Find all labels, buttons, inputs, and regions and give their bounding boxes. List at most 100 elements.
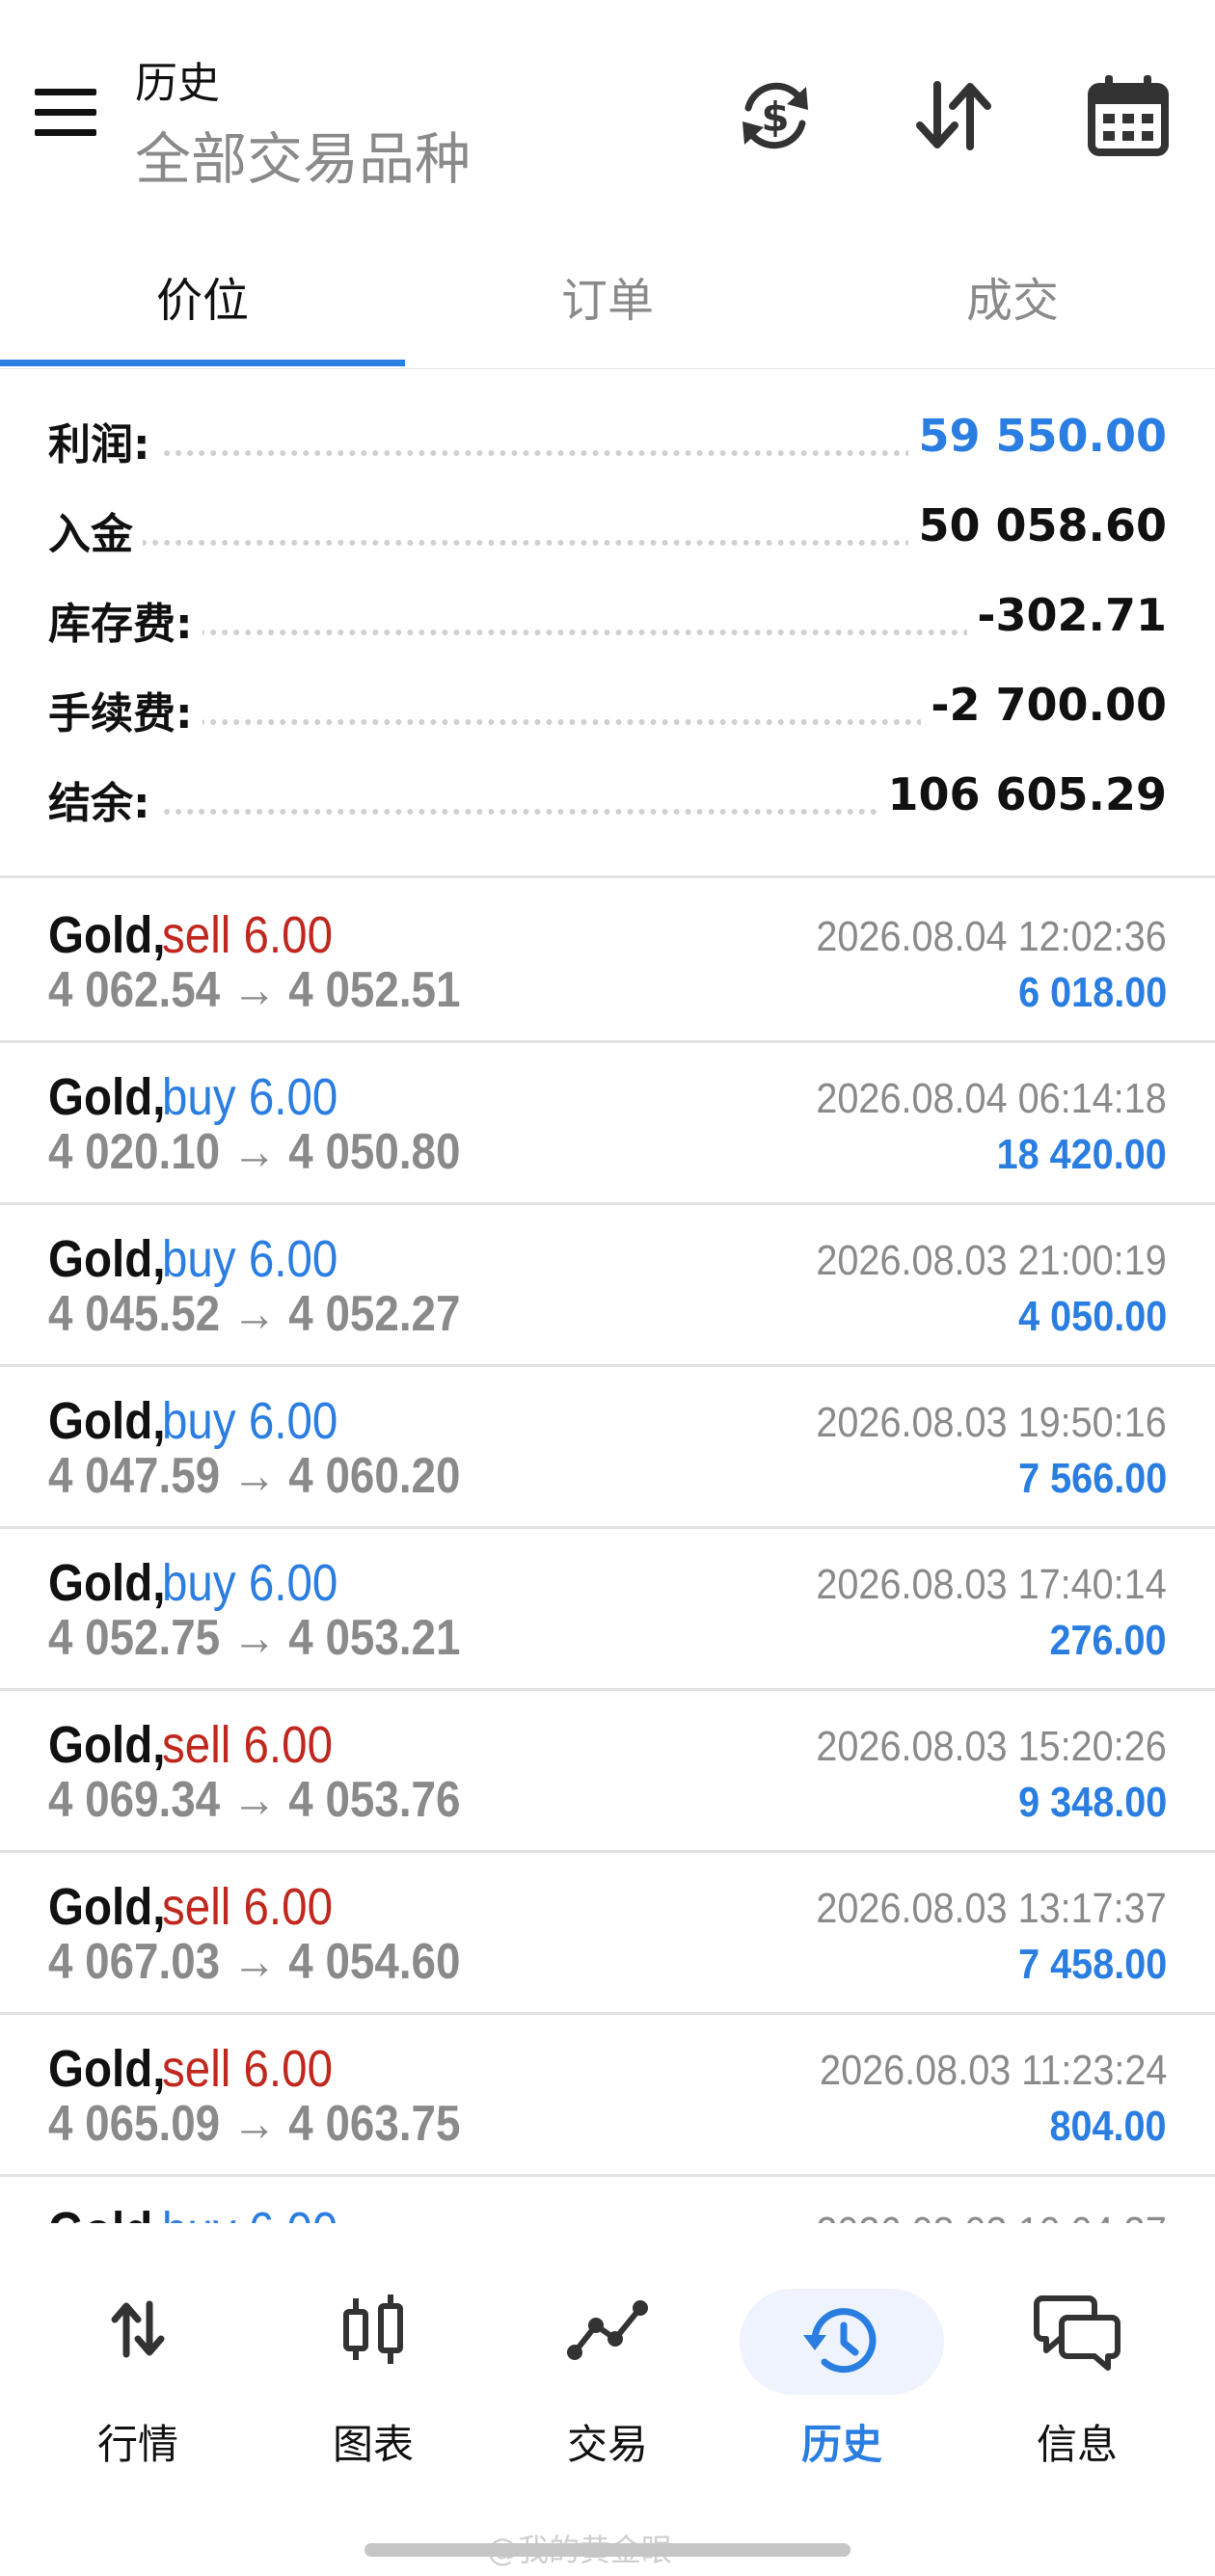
deal-side: sell 6.00: [162, 906, 334, 964]
deal-symbol: Gold,: [48, 2040, 166, 2098]
deal-symbol: Gold,: [48, 906, 166, 964]
deal-time: 2026.08.03 19:50:16: [816, 1399, 1167, 1446]
svg-text:$: $: [761, 94, 789, 141]
deal-row[interactable]: Gold, sell 6.00 4 065.09 → 4 063.75 2026.08…: [0, 2012, 1215, 2177]
summary-label: 结余:: [48, 768, 160, 830]
home-indicator[interactable]: [364, 2543, 850, 2557]
summary-row-deposit: 入金 50 058.60: [48, 480, 1167, 569]
deal-side: sell 6.00: [162, 1716, 334, 1774]
deal-symbol: Gold,: [48, 1068, 166, 1126]
calendar-icon[interactable]: [1082, 69, 1174, 162]
deal-time: 2026.08.03 11:23:24: [819, 2047, 1167, 2094]
divider: [0, 368, 1215, 369]
sort-icon[interactable]: [906, 69, 999, 162]
nav-messages[interactable]: 信息: [956, 2281, 1199, 2474]
messages-icon: [1034, 2295, 1120, 2371]
nav-history[interactable]: 历史: [720, 2281, 963, 2474]
quotes-icon: [111, 2300, 165, 2358]
tab-deals[interactable]: 成交: [810, 262, 1215, 330]
deal-prices: 4 069.34 → 4 053.76: [48, 1772, 461, 1828]
deal-symbol: Gold,: [48, 1554, 166, 1612]
deal-row[interactable]: Gold, buy 6.00 4 047.59 → 4 060.20 2026.08.…: [0, 1364, 1215, 1529]
deal-row[interactable]: Gold, sell 6.00 4 067.03 → 4 054.60 2026.08…: [0, 1850, 1215, 2015]
deal-time: 2026.08.03 15:20:26: [816, 1723, 1167, 1770]
menu-icon[interactable]: [35, 89, 98, 137]
deal-profit: 18 420.00: [996, 1131, 1167, 1178]
nav-label: 交易: [566, 2421, 648, 2468]
deal-symbol: Gold,: [48, 1392, 166, 1450]
summary-value: 106 605.29: [878, 768, 1167, 820]
bottom-nav: 行情 图表 交易 历史 信息: [0, 2223, 1215, 2576]
tab-positions[interactable]: 价位: [0, 262, 405, 330]
deal-profit: 804.00: [1049, 2103, 1167, 2150]
deal-side: buy 6.00: [162, 2201, 338, 2223]
deal-profit: 4 050.00: [1017, 1293, 1167, 1340]
summary-value: -302.71: [967, 589, 1167, 641]
summary-row-commission: 手续费: -2 700.00: [48, 659, 1167, 748]
chart-icon: [343, 2294, 403, 2364]
nav-label: 行情: [96, 2421, 178, 2468]
summary-value: 50 058.60: [908, 499, 1167, 551]
trade-icon: [567, 2300, 648, 2360]
deal-side: sell 6.00: [162, 2040, 334, 2098]
app-header: 历史 全部交易品种 $: [0, 0, 1215, 207]
deal-time: 2026.08.03 21:00:19: [816, 1237, 1167, 1284]
deal-prices: 4 020.10 → 4 050.80: [48, 1124, 461, 1180]
summary-row-profit: 利润: 59 550.00: [48, 390, 1167, 479]
deal-time: 2026.08.03 10:04:37: [817, 2209, 1167, 2223]
history-icon: [803, 2308, 877, 2374]
deal-prices: 4 047.59 → 4 060.20: [48, 1448, 461, 1504]
summary-label: 手续费:: [48, 679, 202, 740]
tab-orders[interactable]: 订单: [405, 262, 810, 330]
deal-prices: 4 065.09 → 4 063.75: [48, 2096, 461, 2152]
summary-value: 59 550.00: [908, 410, 1167, 462]
nav-label: 信息: [1036, 2421, 1118, 2468]
deal-prices: 4 045.52 → 4 052.27: [48, 1286, 461, 1342]
deal-side: buy 6.00: [162, 1554, 338, 1612]
deal-symbol: Gold,: [48, 1230, 166, 1288]
deal-profit: 6 018.00: [1017, 969, 1167, 1016]
deal-prices: 4 062.54 → 4 052.51: [48, 962, 461, 1018]
deal-row[interactable]: Gold,buy 6.00 2026.08.03 10:04:37: [0, 2174, 1215, 2223]
deal-prices: 4 052.75 → 4 053.21: [48, 1610, 461, 1666]
deal-symbol: Gold,: [48, 1878, 166, 1936]
deal-profit: 9 348.00: [1017, 1779, 1167, 1826]
summary-row-balance: 结余: 106 605.29: [48, 749, 1167, 838]
deal-profit: 276.00: [1049, 1617, 1167, 1664]
deal-row[interactable]: Gold, buy 6.00 4 020.10 → 4 050.80 2026.08.…: [0, 1040, 1215, 1205]
deal-row[interactable]: Gold, sell 6.00 4 062.54 → 4 052.51 2026.08…: [0, 878, 1215, 1043]
deal-side: sell 6.00: [162, 1878, 334, 1936]
deal-side: buy 6.00: [162, 1068, 338, 1126]
nav-chart[interactable]: 图表: [252, 2281, 495, 2474]
tab-bar: 价位 订单 成交: [0, 228, 1215, 368]
summary-panel: 利润: 59 550.00 入金 50 058.60 库存费: -302.71 …: [0, 390, 1215, 872]
page-title: 历史: [135, 59, 220, 108]
summary-label: 入金: [48, 499, 143, 561]
deal-symbol: Gold,: [48, 2201, 165, 2223]
deal-time: 2026.08.03 13:17:37: [816, 1885, 1167, 1932]
deal-time: 2026.08.03 17:40:14: [816, 1561, 1167, 1608]
deal-symbol: Gold,: [48, 1716, 166, 1774]
nav-label: 历史: [800, 2421, 882, 2468]
symbol-filter[interactable]: 全部交易品种: [135, 114, 471, 195]
deal-side: buy 6.00: [162, 1230, 338, 1288]
deal-row[interactable]: Gold, sell 6.00 4 069.34 → 4 053.76 2026.08…: [0, 1688, 1215, 1853]
deal-time: 2026.08.04 12:02:36: [816, 913, 1167, 960]
summary-label: 利润:: [48, 410, 160, 471]
summary-value: -2 700.00: [921, 679, 1167, 731]
summary-row-swap: 库存费: -302.71: [48, 570, 1167, 658]
deal-row[interactable]: Gold, buy 6.00 4 052.75 → 4 053.21 2026.08.…: [0, 1526, 1215, 1691]
nav-quotes[interactable]: 行情: [16, 2281, 259, 2474]
currency-exchange-icon[interactable]: $: [729, 69, 822, 162]
nav-label: 图表: [332, 2421, 414, 2468]
nav-trade[interactable]: 交易: [486, 2281, 729, 2474]
active-tab-indicator: [0, 360, 405, 366]
deal-side: buy 6.00: [162, 1392, 338, 1450]
deal-profit: 7 458.00: [1017, 1941, 1167, 1988]
deal-list: Gold, sell 6.00 4 062.54 → 4 052.51 2026.08…: [0, 878, 1215, 2223]
deal-time: 2026.08.04 06:14:18: [816, 1075, 1167, 1122]
deal-prices: 4 067.03 → 4 054.60: [48, 1934, 461, 1990]
deal-row[interactable]: Gold, buy 6.00 4 045.52 → 4 052.27 2026.08.…: [0, 1202, 1215, 1367]
summary-label: 库存费:: [48, 589, 202, 651]
deal-profit: 7 566.00: [1017, 1455, 1167, 1502]
